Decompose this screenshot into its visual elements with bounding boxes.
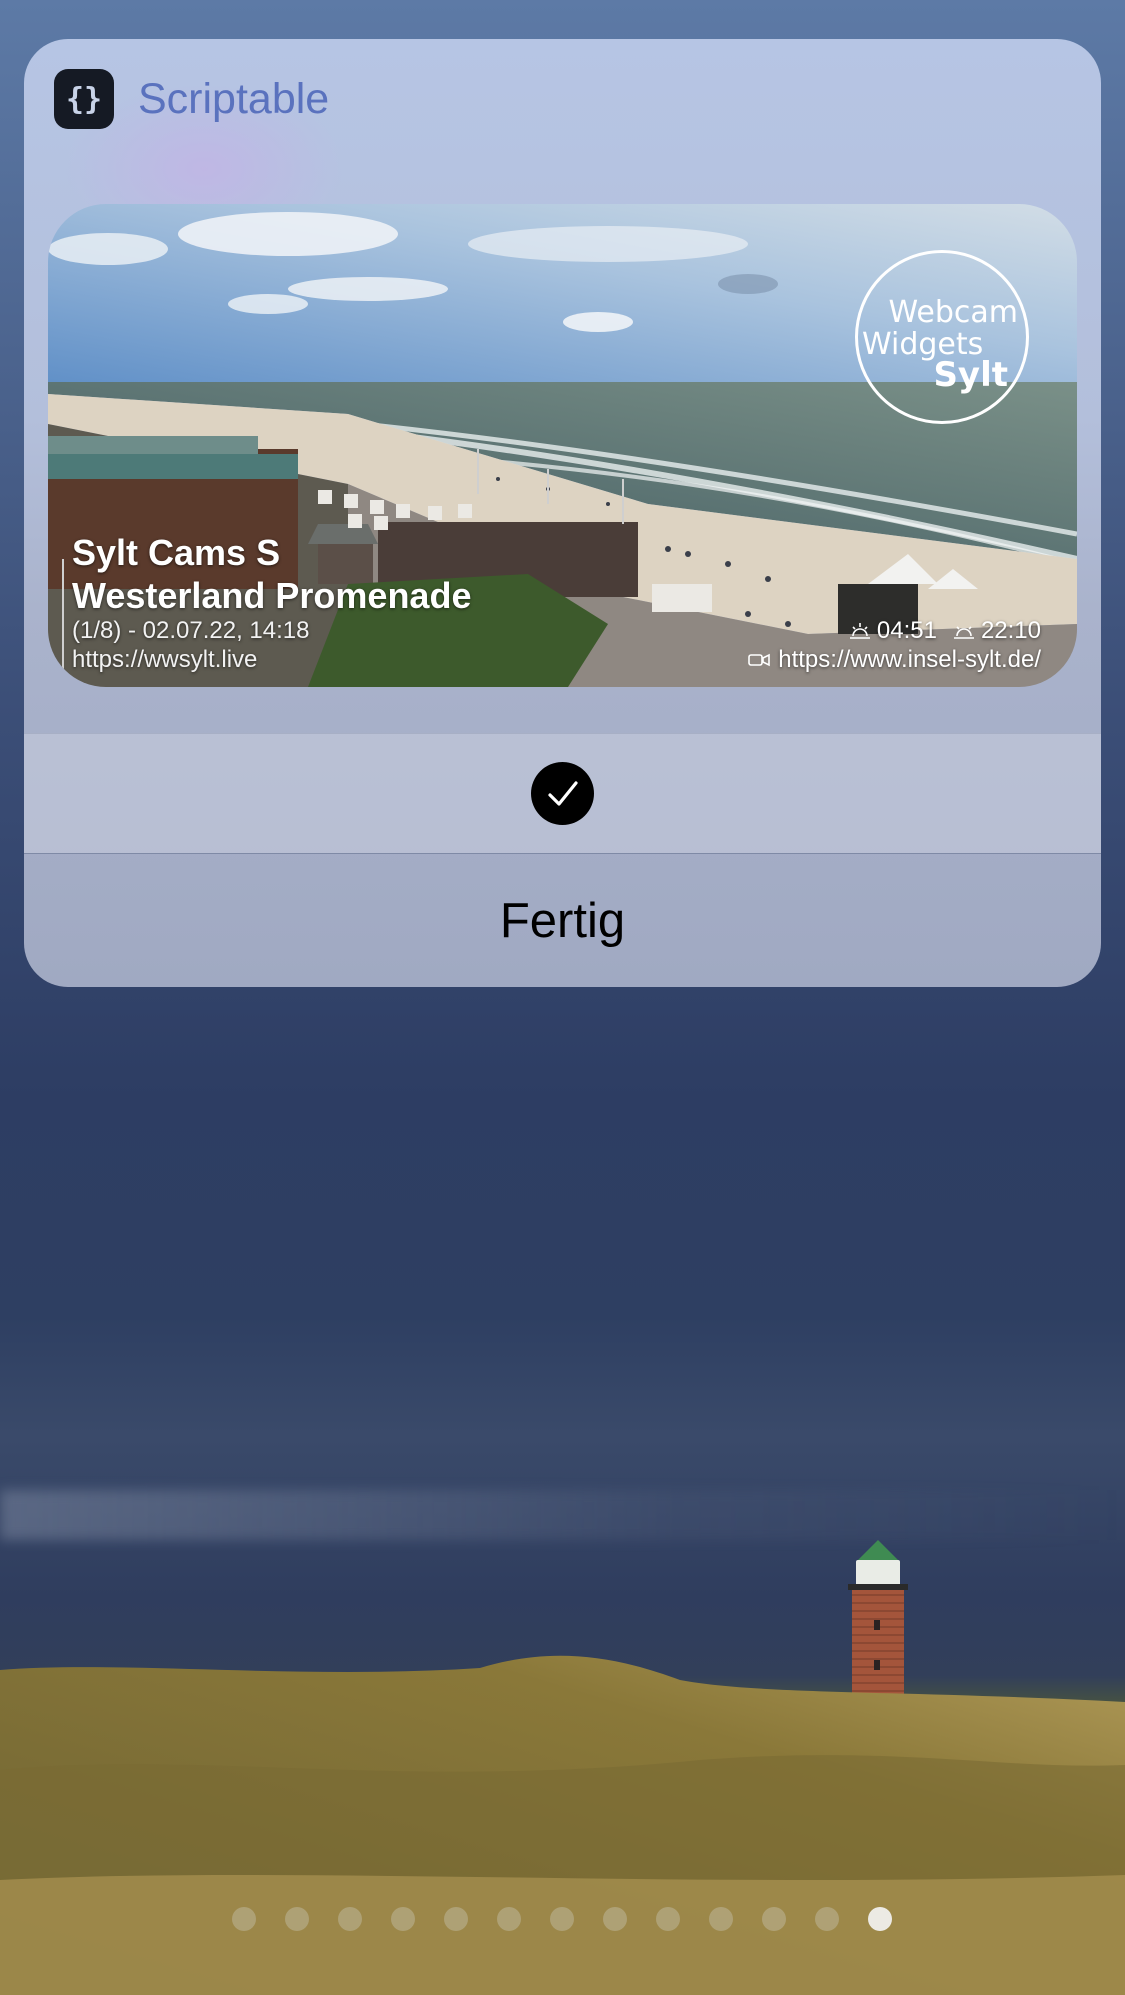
page-dot[interactable] — [815, 1907, 839, 1931]
widget-source-url: https://wwsylt.live — [72, 646, 258, 673]
page-dot[interactable] — [550, 1907, 574, 1931]
app-header: {} Scriptable — [54, 69, 329, 129]
page-dot[interactable] — [285, 1907, 309, 1931]
sunset-icon — [953, 625, 974, 639]
app-name: Scriptable — [138, 74, 330, 123]
sunrise-icon — [849, 622, 870, 639]
page-dot[interactable] — [868, 1907, 892, 1931]
video-camera-icon — [748, 653, 771, 666]
widget-selection-row[interactable] — [24, 733, 1101, 853]
cam-url: https://www.insel-sylt.de/ — [778, 646, 1041, 673]
page-dot[interactable] — [497, 1907, 521, 1931]
widget-title: Sylt Cams S Westerland Promenade — [72, 531, 471, 617]
page-dot[interactable] — [232, 1907, 256, 1931]
page-dot[interactable] — [603, 1907, 627, 1931]
done-button[interactable]: Fertig — [24, 854, 1101, 987]
dunes-image — [0, 1655, 1125, 1995]
webcam-widget-preview[interactable]: Webcam Widgets Sylt Sylt Cams S Westerla… — [48, 204, 1077, 687]
page-dot[interactable] — [762, 1907, 786, 1931]
page-dot[interactable] — [656, 1907, 680, 1931]
page-dot[interactable] — [391, 1907, 415, 1931]
webcam-widgets-sylt-logo: Webcam Widgets Sylt — [855, 250, 1029, 424]
page-indicator[interactable] — [232, 1907, 892, 1931]
selected-checkmark[interactable] — [531, 762, 594, 825]
widget-info-left: (1/8) - 02.07.22, 14:18 https://wwsylt.l… — [72, 616, 310, 674]
widget-picker-panel: {} Scriptable Webcam Widgets Sylt Sylt C… — [24, 39, 1101, 987]
page-dot[interactable] — [338, 1907, 362, 1931]
page-dot[interactable] — [709, 1907, 733, 1931]
sun-times: 04:51 22:10 — [748, 616, 1041, 645]
sunset-time: 22:10 — [980, 617, 1041, 644]
done-button-label: Fertig — [499, 893, 626, 948]
widget-title-line2: Westerland Promenade — [72, 575, 472, 616]
checkmark-icon — [547, 780, 578, 806]
cam-link: https://www.insel-sylt.de/ — [748, 645, 1041, 674]
widget-info-right: 04:51 22:10 https://www.insel-sylt.de/ — [748, 616, 1041, 674]
scriptable-app-icon: {} — [54, 69, 114, 129]
sunrise-time: 04:51 — [876, 617, 937, 644]
widget-timestamp: (1/8) - 02.07.22, 14:18 — [72, 617, 310, 644]
widget-title-line1: Sylt Cams S — [72, 532, 281, 573]
wallpaper-haze — [0, 1490, 1125, 1540]
page-dot[interactable] — [444, 1907, 468, 1931]
